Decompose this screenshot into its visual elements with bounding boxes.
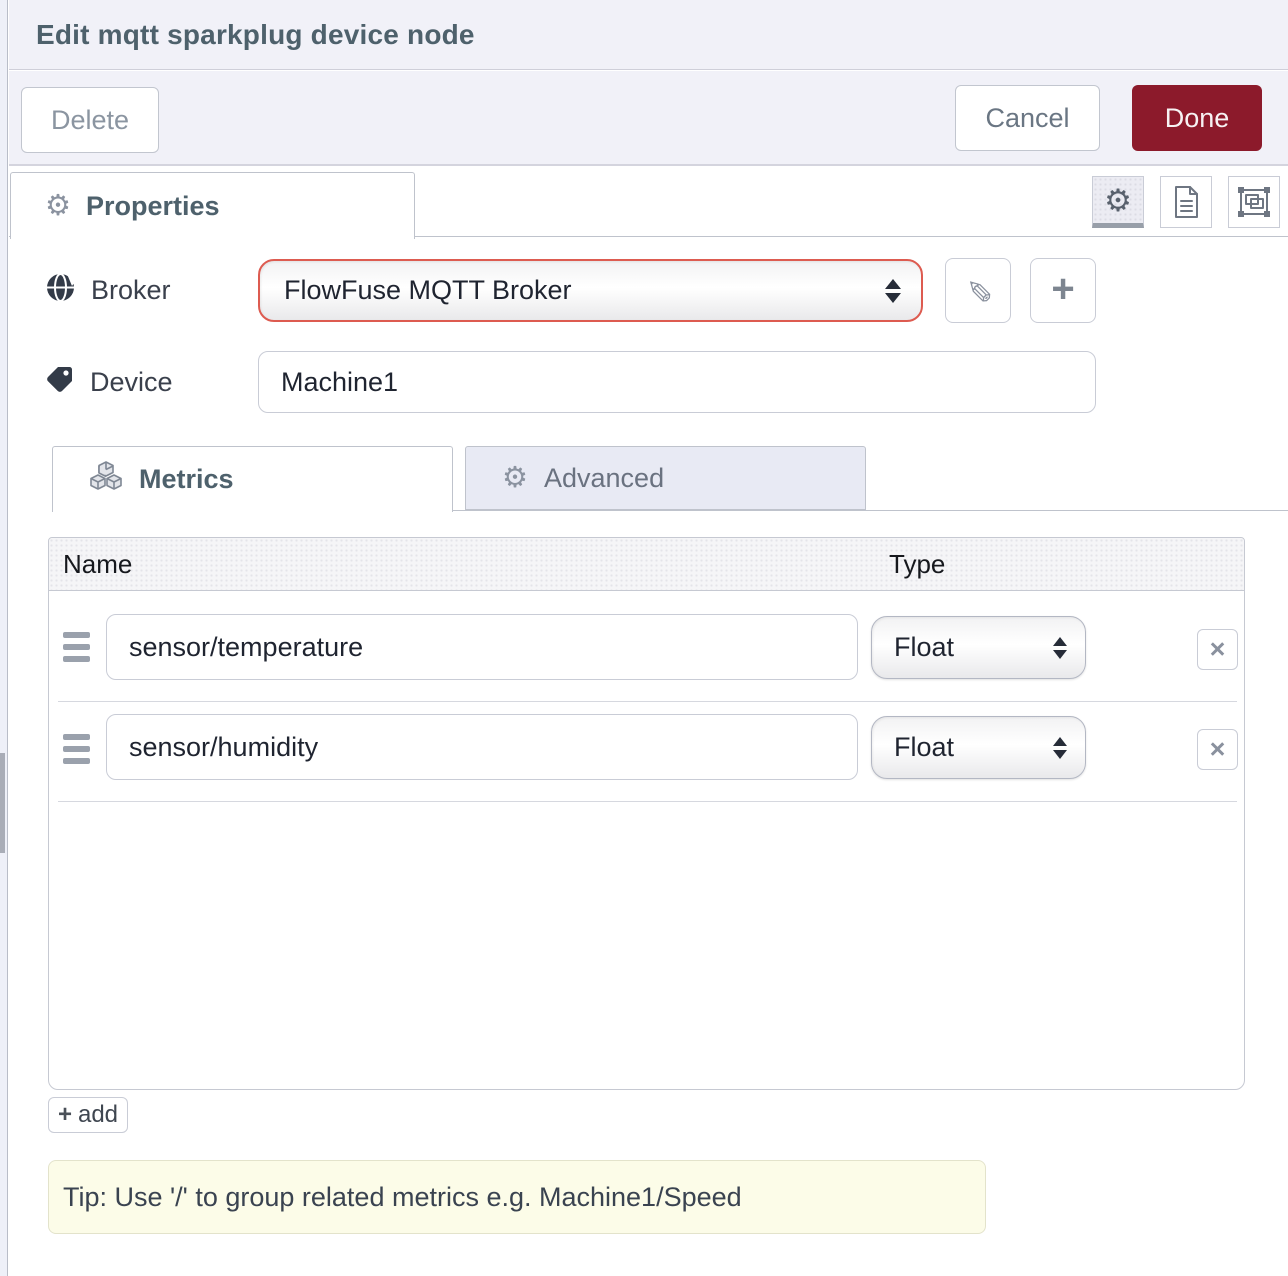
remove-metric-button[interactable]: × [1197, 729, 1238, 770]
plus-icon: + [58, 1103, 72, 1127]
metrics-list-header: Name Type [49, 538, 1244, 591]
tab-metrics-label: Metrics [139, 464, 234, 495]
cubes-icon [89, 461, 123, 498]
broker-label-text: Broker [91, 275, 171, 306]
drag-handle[interactable] [63, 734, 90, 764]
globe-icon [45, 272, 76, 310]
tab-advanced[interactable]: ⚙ Advanced [465, 446, 866, 510]
add-button-label: add [78, 1101, 118, 1129]
add-broker-button[interactable]: + [1030, 258, 1096, 323]
select-arrows-icon [1053, 737, 1067, 759]
metrics-list: Name Type Float × Float × [48, 537, 1245, 1090]
select-arrows-icon [1053, 637, 1067, 659]
workspace-scrollbar[interactable] [0, 753, 5, 853]
remove-metric-button[interactable]: × [1197, 629, 1238, 670]
row-divider [58, 701, 1237, 702]
gear-icon: ⚙ [45, 192, 71, 221]
edit-broker-button[interactable]: ✎ [945, 258, 1011, 323]
broker-select-value: FlowFuse MQTT Broker [284, 275, 885, 306]
tag-icon [45, 364, 75, 401]
tab-properties[interactable]: ⚙ Properties [10, 172, 415, 239]
metric-name-input[interactable] [106, 714, 858, 780]
workspace-edge [0, 0, 8, 1276]
document-icon [1170, 184, 1202, 220]
gear-icon: ⚙ [1104, 185, 1132, 216]
appearance-view-button[interactable] [1228, 176, 1280, 228]
properties-view-button[interactable]: ⚙ [1092, 176, 1144, 228]
done-button[interactable]: Done [1132, 85, 1262, 151]
delete-button[interactable]: Delete [21, 87, 159, 153]
tip-box: Tip: Use '/' to group related metrics e.… [48, 1160, 986, 1234]
column-type: Type [889, 538, 945, 591]
broker-label: Broker [45, 259, 171, 322]
broker-select[interactable]: FlowFuse MQTT Broker [258, 259, 923, 322]
device-input[interactable] [258, 351, 1096, 413]
drag-handle[interactable] [63, 632, 90, 662]
tab-advanced-label: Advanced [544, 463, 664, 494]
device-label: Device [45, 351, 173, 413]
select-arrows-icon [885, 279, 901, 303]
tab-properties-label: Properties [86, 191, 220, 222]
metric-type-value: Float [894, 732, 1053, 763]
close-icon: × [1210, 634, 1226, 665]
dialog-title: Edit mqtt sparkplug device node [36, 19, 475, 51]
description-view-button[interactable] [1160, 176, 1212, 228]
metric-type-select[interactable]: Float [871, 616, 1086, 679]
add-metric-button[interactable]: + add [48, 1097, 128, 1133]
metric-type-value: Float [894, 632, 1053, 663]
pencil-icon: ✎ [959, 277, 997, 304]
tip-text: Tip: Use '/' to group related metrics e.… [63, 1182, 742, 1213]
row-divider [58, 801, 1237, 802]
plus-icon: + [1051, 269, 1074, 309]
close-icon: × [1210, 734, 1226, 765]
dialog-header: Edit mqtt sparkplug device node [9, 0, 1288, 70]
tab-metrics[interactable]: Metrics [52, 446, 453, 512]
cancel-button[interactable]: Cancel [955, 85, 1100, 151]
gear-icon: ⚙ [502, 464, 528, 493]
device-label-text: Device [90, 367, 173, 398]
column-name: Name [63, 538, 132, 591]
appearance-icon [1236, 185, 1272, 219]
metric-type-select[interactable]: Float [871, 716, 1086, 779]
metric-name-input[interactable] [106, 614, 858, 680]
